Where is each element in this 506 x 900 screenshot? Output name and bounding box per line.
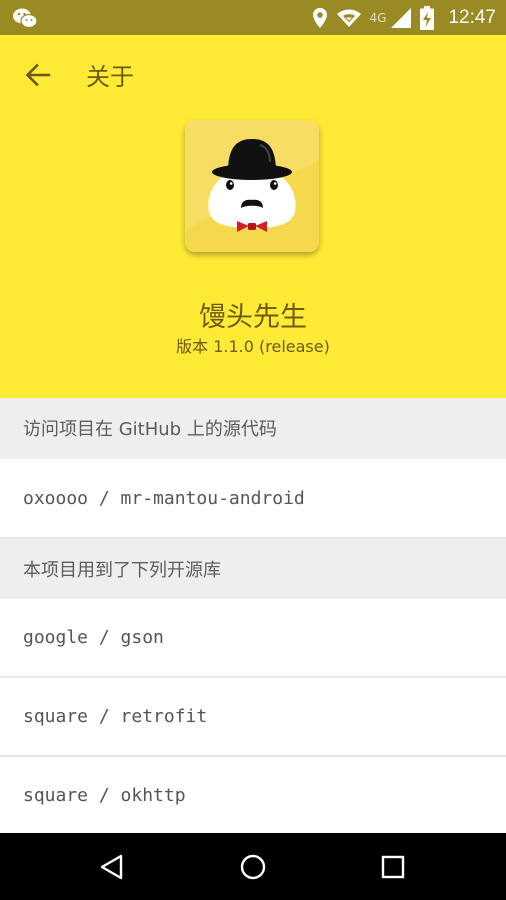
mantou-mascot-icon: [185, 120, 319, 252]
back-button[interactable]: [18, 55, 58, 95]
section-header-source: 访问项目在 GitHub 上的源代码: [0, 398, 506, 458]
nav-recents-button[interactable]: [375, 849, 411, 885]
status-icons: 4G 12:47: [312, 0, 496, 35]
app-logo: [185, 120, 319, 252]
section-header-libraries: 本项目用到了下列开源库: [0, 539, 506, 599]
home-circle-icon: [240, 854, 266, 880]
list-item-library[interactable]: google / gson: [0, 599, 506, 677]
app-name: 馒头先生: [199, 302, 307, 333]
list-item-repo[interactable]: oxoooo / mr-mantou-android: [0, 459, 506, 538]
signal-icon: [391, 7, 412, 28]
about-header: 关于 馒头先生 版本 1.1.0 (release): [0, 35, 506, 398]
status-bar: 4G 12:47: [0, 0, 506, 35]
wechat-icon: [13, 8, 38, 29]
navigation-bar: [0, 833, 506, 900]
location-icon: [312, 7, 327, 28]
recents-square-icon: [381, 855, 405, 879]
arrow-back-icon: [25, 63, 51, 87]
network-type: 4G: [369, 10, 387, 25]
nav-back-button[interactable]: [94, 849, 130, 885]
list-item-library[interactable]: square / okhttp: [0, 757, 506, 835]
back-triangle-icon: [100, 854, 123, 880]
toolbar-title: 关于: [86, 63, 134, 91]
app-version: 版本 1.1.0 (release): [176, 337, 330, 356]
status-time: 12:47: [448, 6, 496, 28]
nav-home-button[interactable]: [235, 849, 271, 885]
battery-charging-icon: [420, 5, 435, 30]
list-item-library[interactable]: square / retrofit: [0, 678, 506, 756]
wifi-icon: [336, 9, 361, 27]
